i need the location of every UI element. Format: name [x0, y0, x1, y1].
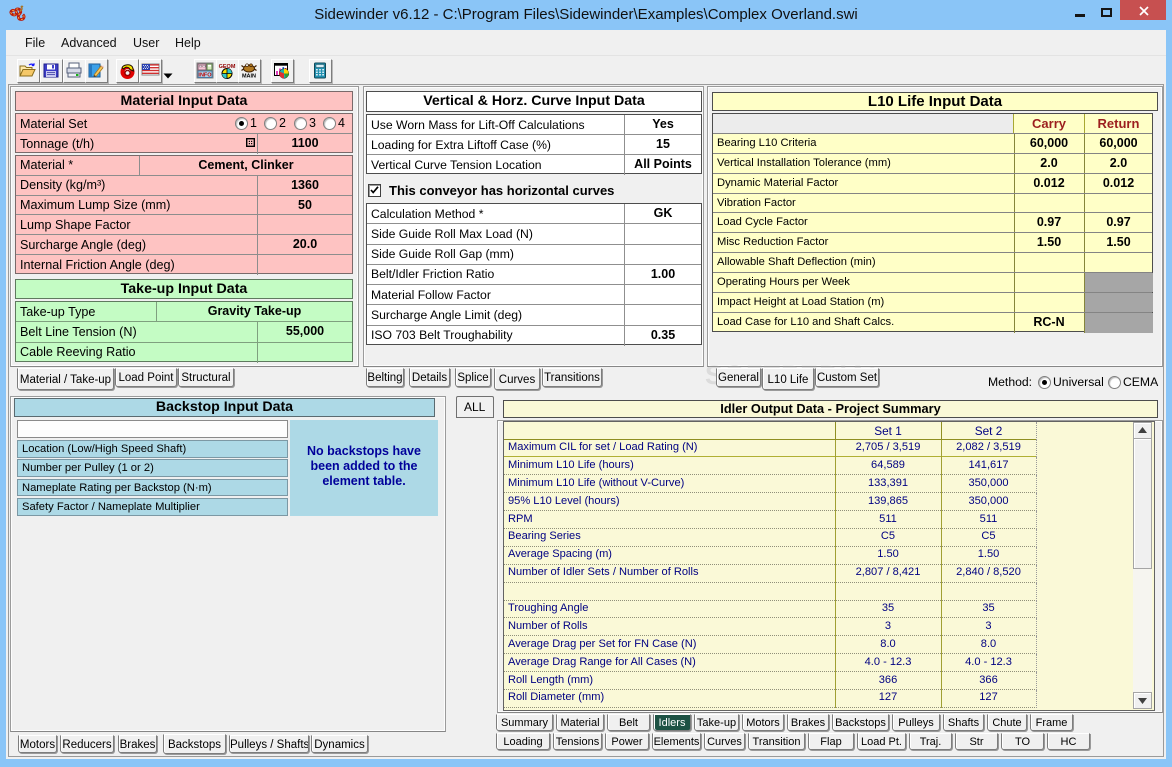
- svg-text:INFO: INFO: [198, 72, 212, 78]
- svg-text:MAIN: MAIN: [242, 74, 256, 80]
